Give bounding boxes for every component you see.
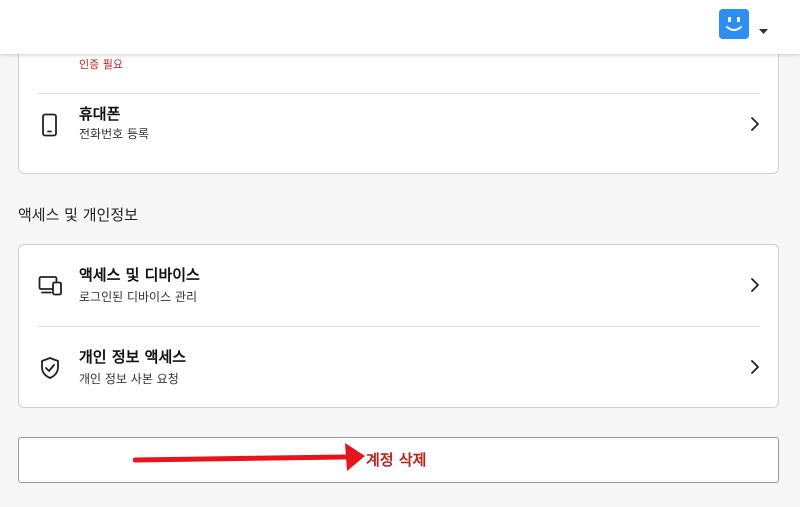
personal-info-title: 개인 정보 액세스 [79, 348, 187, 366]
access-card: 액세스 및 디바이스 로그인된 디바이스 관리 개인 정보 액세스 개인 정보 … [18, 244, 779, 408]
chevron-right-icon [750, 359, 760, 379]
phone-title: 휴대폰 [79, 105, 121, 123]
access-devices-title: 액세스 및 디바이스 [79, 266, 200, 284]
phone-subtitle: 전화번호 등록 [79, 127, 150, 141]
verification-required-text: 인증 필요 [79, 58, 123, 71]
top-header [0, 0, 800, 54]
section-title-access: 액세스 및 개인정보 [18, 206, 138, 224]
caret-down-icon[interactable] [759, 20, 768, 34]
settings-page: 인증 필요 휴대폰 전화번호 등록 액세스 및 개인정보 액세스 및 디바이스 … [0, 0, 800, 507]
access-devices-row[interactable]: 액세스 및 디바이스 로그인된 디바이스 관리 [19, 245, 778, 326]
devices-icon [38, 275, 64, 301]
chevron-right-icon [750, 116, 760, 136]
phone-row[interactable]: 휴대폰 전화번호 등록 [19, 94, 778, 175]
shield-check-icon [39, 356, 61, 384]
access-devices-subtitle: 로그인된 디바이스 관리 [79, 290, 198, 304]
annotation-arrow-icon [133, 443, 365, 471]
personal-info-row[interactable]: 개인 정보 액세스 개인 정보 사본 요청 [19, 327, 778, 409]
chevron-right-icon [750, 277, 760, 297]
personal-info-subtitle: 개인 정보 사본 요청 [79, 372, 179, 386]
smiley-avatar-icon[interactable] [719, 9, 749, 39]
delete-account-label: 계정 삭제 [366, 451, 427, 469]
smartphone-icon [41, 113, 59, 141]
